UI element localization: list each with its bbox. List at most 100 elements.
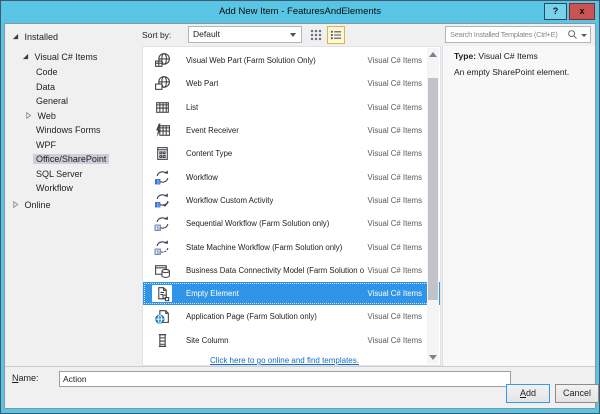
template-label: Sequential Workflow (Farm Solution only) (186, 219, 329, 228)
tree-label: WPF (36, 140, 56, 150)
template-label: Site Column (186, 336, 228, 345)
template-item-bdc-model[interactable]: Business Data Connectivity Model (Farm S… (143, 259, 440, 282)
add-button[interactable]: Add (506, 384, 550, 403)
type-label: Type: (454, 51, 476, 61)
add-new-item-dialog: Add New Item - FeaturesAndElements ? x S… (0, 0, 600, 414)
template-item-visual-web-part[interactable]: Visual Web Part (Farm Solution Only) Vis… (143, 49, 440, 72)
template-item-content-type[interactable]: Content Type Visual C# Items (143, 142, 440, 165)
search-box (445, 26, 591, 43)
site-column-icon (152, 332, 172, 349)
template-category: Visual C# Items (364, 173, 422, 182)
template-label: Empty Element (186, 289, 239, 298)
template-item-list[interactable]: List Visual C# Items (143, 96, 440, 119)
template-category: Visual C# Items (364, 103, 422, 112)
template-info-panel: Type: Visual C# Items An empty SharePoin… (442, 46, 595, 366)
tree-node-general[interactable]: General (36, 94, 68, 108)
template-label: Business Data Connectivity Model (Farm S… (186, 266, 364, 275)
template-item-application-page[interactable]: Application Page (Farm Solution only) Vi… (143, 305, 440, 328)
event-receiver-icon (152, 122, 172, 139)
expanded-triangle-icon[interactable] (22, 53, 32, 60)
template-category: Visual C# Items (364, 266, 422, 275)
template-label: State Machine Workflow (Farm Solution on… (186, 243, 342, 252)
template-item-event-receiver[interactable]: Event Receiver Visual C# Items (143, 119, 440, 142)
visual-web-part-icon (152, 52, 172, 69)
tree-node-wpf[interactable]: WPF (36, 138, 56, 152)
template-item-empty-element[interactable]: Empty Element Visual C# Items (143, 282, 440, 305)
template-label: Content Type (186, 149, 232, 158)
template-label: List (186, 103, 198, 112)
sort-dropdown-value: Default (193, 29, 220, 39)
tree-label: Data (36, 82, 55, 92)
list-icon (152, 99, 172, 116)
template-item-workflow[interactable]: S Workflow Visual C# Items (143, 165, 440, 188)
tree-label: Online (25, 200, 51, 210)
cancel-button[interactable]: Cancel (555, 384, 599, 403)
template-item-state-machine-workflow[interactable]: S State Machine Workflow (Farm Solution … (143, 235, 440, 258)
footer-bar: Name: Add Cancel (5, 366, 595, 408)
scroll-up-icon[interactable] (429, 52, 437, 57)
tree-node-code[interactable]: Code (36, 65, 58, 79)
dialog-title: Add New Item - FeaturesAndElements (1, 1, 599, 23)
close-button[interactable]: x (569, 3, 595, 20)
search-options-chevron-icon[interactable] (581, 34, 587, 37)
svg-text:S: S (156, 226, 159, 232)
template-item-site-column[interactable]: Site Column Visual C# Items (143, 329, 440, 352)
empty-element-icon (152, 285, 172, 302)
template-label: Visual Web Part (Farm Solution Only) (186, 56, 316, 65)
tree-node-sql-server[interactable]: SQL Server (36, 167, 83, 181)
scrollbar-thumb[interactable] (428, 78, 438, 300)
template-label: Web Part (186, 79, 218, 88)
small-icons-view-button[interactable] (307, 26, 325, 44)
template-label: Application Page (Farm Solution only) (186, 312, 317, 321)
go-online-link[interactable]: Click here to go online and find templat… (210, 356, 359, 365)
tree-label: Code (36, 67, 58, 77)
template-label: Event Receiver (186, 126, 239, 135)
template-category: Visual C# Items (364, 196, 422, 205)
tree-node-web[interactable]: Web (25, 109, 56, 123)
template-category: Visual C# Items (364, 336, 422, 345)
template-category-tree: Installed Visual C# Items Code Data Gene… (5, 24, 141, 365)
template-item-web-part[interactable]: Web Part Visual C# Items (143, 72, 440, 95)
name-label: Name: (12, 373, 39, 383)
tree-label: Workflow (36, 183, 73, 193)
sort-dropdown[interactable]: Default (188, 26, 302, 43)
scroll-down-icon[interactable] (429, 355, 437, 360)
template-category: Visual C# Items (364, 289, 422, 298)
tree-label: General (36, 96, 68, 106)
help-button[interactable]: ? (544, 3, 567, 20)
template-category: Visual C# Items (364, 243, 422, 252)
name-input[interactable] (59, 371, 511, 387)
template-item-workflow-custom-activity[interactable]: S Workflow Custom Activity Visual C# Ite… (143, 189, 440, 212)
tree-node-workflow[interactable]: Workflow (36, 181, 73, 195)
tree-node-online[interactable]: Online (12, 198, 51, 212)
collapsed-triangle-icon[interactable] (12, 201, 22, 208)
template-category: Visual C# Items (364, 79, 422, 88)
template-category: Visual C# Items (364, 126, 422, 135)
workflow-icon: S (152, 169, 172, 186)
sequential-workflow-icon: S (152, 215, 172, 232)
collapsed-triangle-icon[interactable] (25, 112, 35, 119)
template-label: Workflow Custom Activity (186, 196, 273, 205)
magnifier-icon[interactable] (567, 29, 578, 40)
tree-label: SQL Server (36, 169, 83, 179)
template-category: Visual C# Items (364, 219, 422, 228)
tree-node-windows-forms[interactable]: Windows Forms (36, 123, 101, 137)
chevron-down-icon (290, 33, 296, 37)
list-view-icon (330, 29, 342, 41)
template-category: Visual C# Items (364, 56, 422, 65)
titlebar: Add New Item - FeaturesAndElements ? x (1, 1, 599, 23)
template-item-sequential-workflow[interactable]: S Sequential Workflow (Farm Solution onl… (143, 212, 440, 235)
template-description: An empty SharePoint element. (454, 67, 595, 77)
list-scrollbar[interactable] (427, 48, 439, 364)
tree-label: Windows Forms (36, 125, 101, 135)
search-input[interactable] (446, 27, 568, 42)
tree-node-visual-csharp-items[interactable]: Visual C# Items (22, 50, 97, 64)
tree-node-data[interactable]: Data (36, 80, 55, 94)
state-machine-workflow-icon: S (152, 239, 172, 256)
tree-node-office-sharepoint[interactable]: Office/SharePoint (33, 152, 109, 166)
list-view-button[interactable] (327, 26, 345, 44)
tree-node-installed[interactable]: Installed (12, 30, 58, 44)
content-type-icon (152, 145, 172, 162)
dialog-body: Sort by: Default (4, 23, 596, 409)
expanded-triangle-icon[interactable] (12, 33, 22, 40)
